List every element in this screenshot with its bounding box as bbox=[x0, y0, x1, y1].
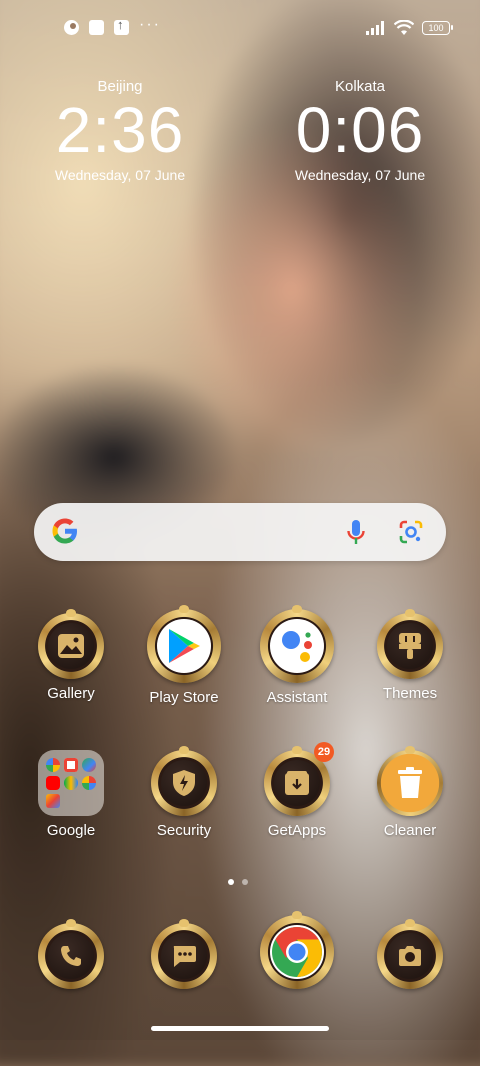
messages-icon bbox=[151, 919, 217, 989]
battery-indicator: 100 bbox=[422, 21, 453, 35]
dock-messages[interactable] bbox=[129, 919, 239, 989]
app-label: Security bbox=[156, 822, 212, 839]
app-label: GetApps bbox=[267, 822, 327, 839]
folder-google[interactable]: Google bbox=[16, 750, 126, 839]
app-cleaner[interactable]: Cleaner bbox=[355, 746, 465, 839]
app-label: Play Store bbox=[149, 689, 219, 706]
google-g-icon bbox=[52, 518, 77, 544]
dock-chrome[interactable] bbox=[242, 911, 352, 989]
assistant-icon bbox=[260, 605, 334, 683]
dock-camera[interactable] bbox=[355, 919, 465, 989]
app-label: Assistant bbox=[266, 689, 328, 706]
google-lens-icon[interactable] bbox=[398, 519, 424, 545]
chrome-icon bbox=[260, 911, 334, 989]
notification-app-icon bbox=[64, 20, 79, 35]
app-play-store[interactable]: Play Store bbox=[129, 605, 239, 706]
cleaner-icon bbox=[377, 746, 443, 816]
camera-icon bbox=[377, 919, 443, 989]
clock-date: Wednesday, 07 June bbox=[294, 167, 426, 183]
clock-date: Wednesday, 07 June bbox=[54, 167, 186, 183]
google-search-bar[interactable] bbox=[34, 503, 446, 561]
play-store-icon bbox=[147, 605, 221, 683]
more-notifications-icon: ··· bbox=[139, 15, 161, 33]
app-assistant[interactable]: Assistant bbox=[242, 605, 352, 706]
gesture-navigation-bar[interactable] bbox=[151, 1026, 329, 1031]
clock-city: Kolkata bbox=[334, 78, 386, 95]
notification-badge: 29 bbox=[314, 742, 334, 762]
themes-icon bbox=[377, 609, 443, 679]
page-indicator bbox=[228, 879, 248, 885]
photos-mini-icon bbox=[82, 776, 96, 790]
app-security[interactable]: Security bbox=[129, 746, 239, 839]
clock-widget-beijing[interactable]: Beijing 2:36 Wednesday, 07 June bbox=[20, 78, 220, 183]
maps-mini-icon bbox=[82, 758, 96, 772]
page-dot bbox=[242, 879, 248, 885]
clock-time: 2:36 bbox=[55, 94, 185, 166]
app-label: Google bbox=[46, 822, 96, 839]
notification-square-icon bbox=[89, 20, 104, 35]
phone-icon bbox=[38, 919, 104, 989]
gmail-mini-icon bbox=[64, 758, 78, 772]
signal-icon bbox=[366, 21, 384, 35]
microphone-icon[interactable] bbox=[346, 519, 366, 547]
status-bar: ··· 100 bbox=[0, 16, 480, 40]
clock-city: Beijing bbox=[97, 78, 143, 95]
clock-time: 0:06 bbox=[295, 94, 425, 166]
google-folder-icon bbox=[38, 750, 104, 816]
dock-phone[interactable] bbox=[16, 919, 126, 989]
app-gallery[interactable]: Gallery bbox=[16, 609, 126, 702]
page-dot-active bbox=[228, 879, 234, 885]
app-themes[interactable]: Themes bbox=[355, 609, 465, 702]
wifi-icon bbox=[394, 20, 414, 35]
google-mini-icon bbox=[46, 758, 60, 772]
app-label: Gallery bbox=[47, 685, 95, 702]
security-icon bbox=[151, 746, 217, 816]
app-getapps[interactable]: 29 GetApps bbox=[242, 742, 352, 839]
app-label: Themes bbox=[382, 685, 438, 702]
youtube-mini-icon bbox=[46, 776, 60, 790]
clock-widget-kolkata[interactable]: Kolkata 0:06 Wednesday, 07 June bbox=[260, 78, 460, 183]
app-label: Cleaner bbox=[383, 822, 437, 839]
gallery-icon bbox=[38, 609, 104, 679]
meet-mini-icon bbox=[64, 776, 78, 790]
tv-mini-icon bbox=[46, 794, 60, 808]
upload-icon bbox=[114, 17, 129, 35]
